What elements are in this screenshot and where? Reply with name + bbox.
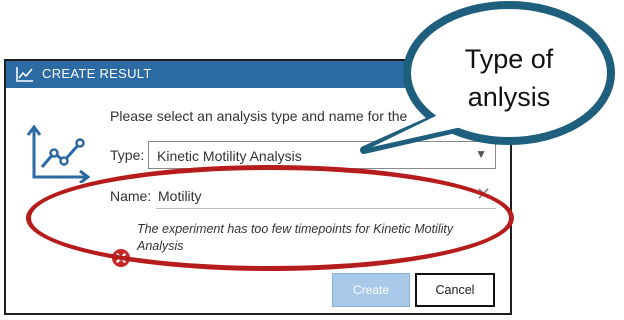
dialog-title: CREATE RESULT xyxy=(42,66,152,81)
create-result-dialog: CREATE RESULT Please select an analysis … xyxy=(4,59,512,315)
dialog-prompt: Please select an analysis type and name … xyxy=(110,108,408,124)
line-chart-axes-icon xyxy=(26,124,91,188)
result-name-input[interactable] xyxy=(156,183,496,209)
error-message: The experiment has too few timepoints fo… xyxy=(137,222,454,253)
create-button[interactable]: Create xyxy=(332,273,410,307)
name-label: Name: xyxy=(110,188,152,204)
line-chart-icon xyxy=(16,66,34,87)
analysis-type-dropdown[interactable]: Kinetic Motility Analysis ▼ xyxy=(148,141,496,169)
close-icon[interactable]: ✕ xyxy=(476,184,491,205)
cancel-button[interactable]: Cancel xyxy=(415,273,495,307)
error-circle-icon xyxy=(112,249,130,272)
dialog-titlebar: CREATE RESULT xyxy=(6,61,510,88)
analysis-type-value: Kinetic Motility Analysis xyxy=(157,148,302,164)
type-label: Type: xyxy=(110,147,145,163)
chevron-down-icon[interactable]: ▼ xyxy=(475,147,487,161)
